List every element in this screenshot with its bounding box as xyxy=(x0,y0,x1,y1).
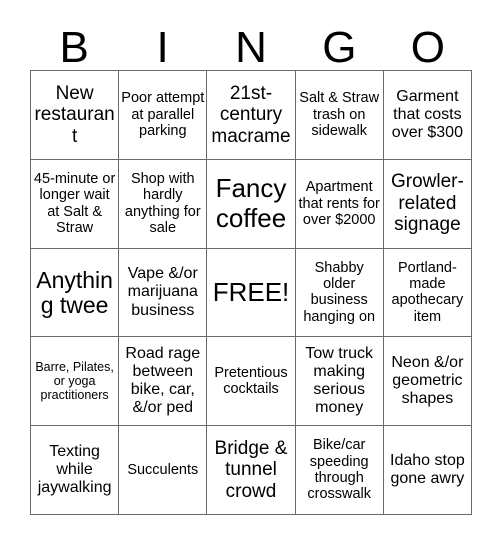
bingo-cell[interactable]: Anything twee xyxy=(31,248,120,338)
bingo-header-letter-b: B xyxy=(59,23,89,72)
bingo-cell-label: Pretentious cocktails xyxy=(214,364,288,398)
bingo-cell-label: Growler-related signage xyxy=(390,171,464,236)
bingo-cell-label: Anything twee xyxy=(36,266,113,319)
bingo-cell-label: Barre, Pilates, or yoga practitioners xyxy=(35,360,114,403)
bingo-cell-label: New restaurant xyxy=(34,82,115,147)
bingo-header-letter-g: G xyxy=(322,23,357,72)
bingo-cell-label: Road rage between bike, car, &/or ped xyxy=(125,345,201,417)
bingo-cell[interactable]: Fancy coffee xyxy=(207,159,296,249)
bingo-grid: New restaurant Poor attempt at parallel p… xyxy=(30,70,472,515)
bingo-cell[interactable]: Tow truck making serious money xyxy=(295,337,384,427)
bingo-cell-label: Fancy coffee xyxy=(215,173,287,233)
bingo-cell-label: Poor attempt at parallel parking xyxy=(121,90,205,140)
bingo-cell[interactable]: Succulents xyxy=(119,426,208,515)
bingo-cell[interactable]: Poor attempt at parallel parking xyxy=(119,71,208,160)
bingo-cell-label: Vape &/or marijuana business xyxy=(127,265,198,319)
bingo-cell-label: Bridge & tunnel crowd xyxy=(214,437,288,502)
bingo-cell[interactable]: New restaurant xyxy=(31,71,120,160)
bingo-cell[interactable]: Garment that costs over $300 xyxy=(383,71,472,160)
bingo-cell-label: 21st-century macrame xyxy=(211,82,291,147)
bingo-cell-label: FREE! xyxy=(212,276,290,307)
bingo-cell[interactable]: Barre, Pilates, or yoga practitioners xyxy=(31,337,120,427)
bingo-cell-label: Idaho stop gone awry xyxy=(390,452,465,488)
bingo-cell-label: Portland-made apothecary item xyxy=(391,259,464,325)
bingo-cell[interactable]: Neon &/or geometric shapes xyxy=(383,337,472,427)
bingo-cell[interactable]: Portland-made apothecary item xyxy=(383,248,472,338)
bingo-cell[interactable]: Bike/car speeding through crosswalk xyxy=(295,426,384,515)
bingo-cell-label: Apartment that rents for over $2000 xyxy=(298,179,380,228)
bingo-cell[interactable]: Vape &/or marijuana business xyxy=(119,248,208,338)
bingo-cell[interactable]: Road rage between bike, car, &/or ped xyxy=(119,337,208,427)
bingo-cell[interactable]: Growler-related signage xyxy=(383,159,472,249)
bingo-cell[interactable]: Salt & Straw trash on sidewalk xyxy=(295,71,384,160)
bingo-card: B I N G O New restaurant Poor attempt at … xyxy=(0,0,500,544)
bingo-cell[interactable]: Idaho stop gone awry xyxy=(383,426,472,515)
bingo-header-letter-i: I xyxy=(156,23,169,72)
bingo-cell-label: Salt & Straw trash on sidewalk xyxy=(299,90,380,140)
bingo-cell-free[interactable]: FREE! xyxy=(207,248,296,338)
bingo-cell[interactable]: Shabby older business hanging on xyxy=(295,248,384,338)
bingo-cell[interactable]: Bridge & tunnel crowd xyxy=(207,426,296,515)
bingo-cell-label: Texting while jaywalking xyxy=(37,442,112,497)
bingo-cell[interactable]: Texting while jaywalking xyxy=(31,426,120,515)
bingo-cell-label: Tow truck making serious money xyxy=(305,345,373,417)
bingo-cell-label: Shop with hardly anything for sale xyxy=(124,170,201,237)
bingo-cell-label: Garment that costs over $300 xyxy=(391,87,463,141)
bingo-cell-label: Bike/car speeding through crosswalk xyxy=(307,437,372,503)
bingo-cell[interactable]: Shop with hardly anything for sale xyxy=(119,159,208,249)
bingo-cell[interactable]: Apartment that rents for over $2000 xyxy=(295,159,384,249)
bingo-header-letter-o: O xyxy=(410,23,445,72)
bingo-cell[interactable]: Pretentious cocktails xyxy=(207,337,296,427)
bingo-cell-label: Shabby older business hanging on xyxy=(303,259,376,325)
bingo-cell-label: Neon &/or geometric shapes xyxy=(391,354,464,408)
bingo-header-row: B I N G O xyxy=(30,12,472,70)
bingo-cell[interactable]: 45-minute or longer wait at Salt & Straw xyxy=(31,159,120,249)
bingo-cell-label: Succulents xyxy=(127,461,199,478)
bingo-header-letter-n: N xyxy=(235,23,267,72)
bingo-cell[interactable]: 21st-century macrame xyxy=(207,71,296,160)
bingo-cell-label: 45-minute or longer wait at Salt & Straw xyxy=(33,170,116,237)
